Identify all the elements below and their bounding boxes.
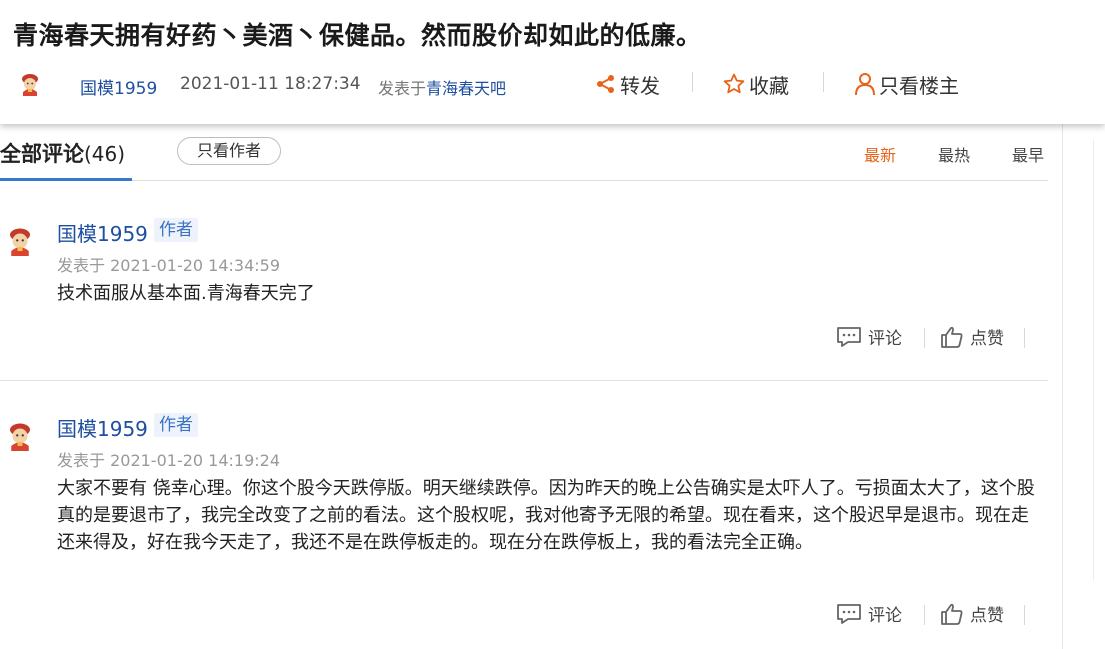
share-label: 转发 bbox=[620, 73, 660, 98]
comment-author[interactable]: 国模1959 bbox=[57, 413, 148, 442]
like-label: 点赞 bbox=[970, 329, 1004, 349]
sort-newest[interactable]: 最新 bbox=[864, 142, 896, 166]
divider bbox=[1024, 605, 1025, 625]
sort-earliest[interactable]: 最早 bbox=[1012, 142, 1044, 166]
comment-date: 发表于 2021-01-20 14:34:59 bbox=[57, 256, 281, 275]
comment-icon bbox=[837, 326, 861, 347]
divider bbox=[0, 180, 1048, 181]
avatar[interactable] bbox=[5, 226, 35, 256]
comment-reply-label: 评论 bbox=[868, 606, 902, 626]
author-badge: 作者 bbox=[154, 413, 198, 437]
comment-icon bbox=[837, 603, 861, 624]
comment-reply-button[interactable]: 评论 bbox=[836, 601, 902, 626]
post-title: 青海春天拥有好药丶美酒丶保健品。然而股价却如此的低廉。 bbox=[13, 21, 702, 50]
posted-in-prefix: 发表于 bbox=[378, 79, 427, 98]
active-tab-indicator bbox=[0, 178, 132, 181]
tab-all-comments[interactable]: 全部评论(46) bbox=[0, 138, 125, 168]
post-header: 青海春天拥有好药丶美酒丶保健品。然而股价却如此的低廉。 国模1959 2021-… bbox=[0, 0, 1105, 124]
divider bbox=[823, 72, 824, 92]
thumbs-up-icon bbox=[941, 603, 963, 625]
divider bbox=[0, 380, 1048, 381]
author-badge: 作者 bbox=[154, 218, 198, 242]
star-icon bbox=[723, 73, 745, 94]
bar-link[interactable]: 青海春天吧 bbox=[426, 79, 506, 98]
comment-reply-label: 评论 bbox=[868, 329, 902, 349]
avatar[interactable] bbox=[18, 72, 42, 96]
tab-all-label: 全部评论 bbox=[0, 142, 84, 166]
owner-only-label: 只看楼主 bbox=[879, 73, 959, 98]
divider bbox=[1093, 140, 1094, 580]
comment-actions: 评论 点赞 bbox=[836, 324, 1026, 352]
comment-date: 发表于 2021-01-20 14:19:24 bbox=[57, 451, 281, 470]
like-label: 点赞 bbox=[970, 606, 1004, 626]
divider bbox=[1024, 328, 1025, 348]
divider bbox=[924, 605, 925, 625]
thumbs-up-icon bbox=[941, 326, 963, 348]
owner-only-button[interactable]: 只看楼主 bbox=[854, 70, 959, 98]
comment-item: 国模1959 作者 发表于 2021-01-20 14:19:24 大家不要有 … bbox=[0, 413, 1048, 649]
comment-author[interactable]: 国模1959 bbox=[57, 218, 148, 247]
comment-reply-button[interactable]: 评论 bbox=[836, 324, 902, 349]
like-button[interactable]: 点赞 bbox=[940, 324, 1004, 349]
avatar[interactable] bbox=[5, 421, 35, 451]
divider bbox=[692, 72, 693, 92]
share-button[interactable]: 转发 bbox=[595, 70, 660, 98]
post-datetime: 2021-01-11 18:27:34 bbox=[180, 74, 361, 94]
comments-tabs: 全部评论(46) 只看作者 最新 最热 最早 bbox=[0, 126, 1062, 182]
divider bbox=[1062, 124, 1063, 649]
sort-hottest[interactable]: 最热 bbox=[938, 142, 970, 166]
favorite-button[interactable]: 收藏 bbox=[722, 70, 789, 98]
comment-count: (46) bbox=[84, 142, 126, 166]
favorite-label: 收藏 bbox=[749, 73, 789, 98]
author-only-button[interactable]: 只看作者 bbox=[177, 137, 281, 165]
share-icon bbox=[597, 75, 614, 93]
divider bbox=[924, 328, 925, 348]
comment-actions: 评论 点赞 bbox=[836, 601, 1026, 629]
post-meta: 国模1959 2021-01-11 18:27:34 发表于青海春天吧 转发 收… bbox=[0, 66, 1105, 102]
posted-in: 发表于青海春天吧 bbox=[378, 75, 506, 99]
comment-body: 技术面服从基本面.青海春天完了 bbox=[57, 283, 315, 304]
comment-body: 大家不要有 侥幸心理。你这个股今天跌停版。明天继续跌停。因为昨天的晚上公告确实是… bbox=[57, 478, 1035, 553]
post-author-link[interactable]: 国模1959 bbox=[80, 74, 157, 99]
comment-item: 国模1959 作者 发表于 2021-01-20 14:34:59 技术面服从基… bbox=[0, 218, 1048, 381]
person-icon bbox=[855, 73, 875, 96]
like-button[interactable]: 点赞 bbox=[940, 601, 1004, 626]
